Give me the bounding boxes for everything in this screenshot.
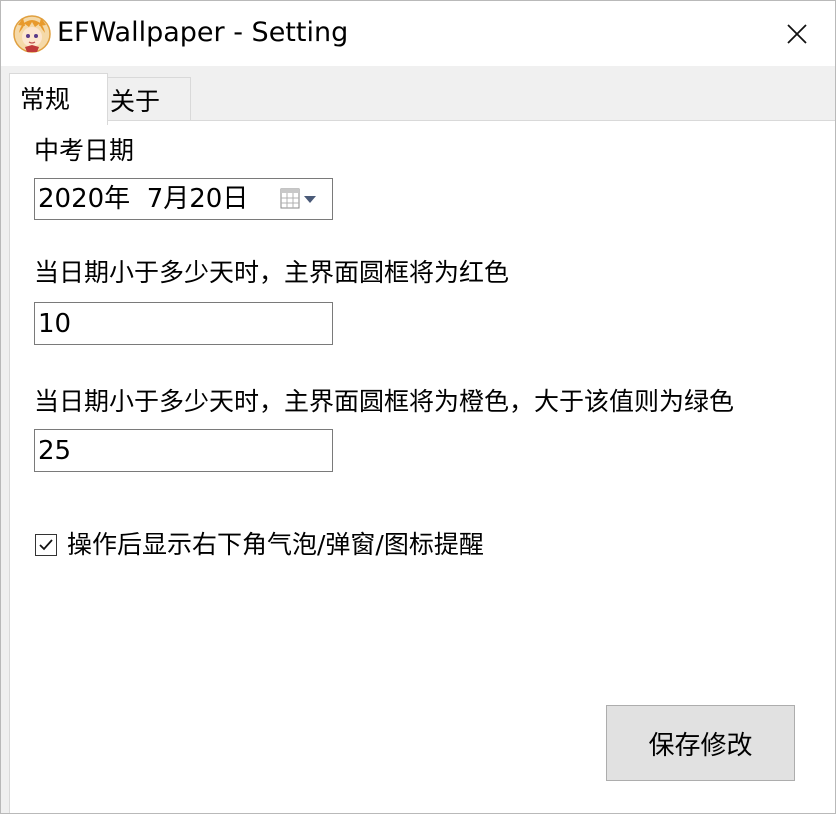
title-bar[interactable]: EFWallpaper - Setting: [1, 1, 835, 66]
tab-about[interactable]: 关于: [107, 77, 191, 120]
tab-general[interactable]: 常规: [9, 73, 108, 125]
calendar-dropdown-icon[interactable]: [280, 187, 324, 211]
close-button[interactable]: [759, 1, 835, 66]
tab-general-label: 常规: [20, 85, 71, 114]
exam-date-label: 中考日期: [34, 136, 135, 165]
save-changes-button[interactable]: 保存修改: [606, 705, 795, 781]
orange-threshold-label: 当日期小于多少天时，主界面圆框将为橙色，大于该值则为绿色: [34, 387, 735, 416]
window-title: EFWallpaper - Setting: [57, 17, 349, 48]
notify-checkbox-row[interactable]: 操作后显示右下角气泡/弹窗/图标提醒: [35, 529, 484, 561]
settings-window: EFWallpaper - Setting 常规 关于 中考日期 2020年 7…: [0, 0, 836, 814]
checkmark-icon: [39, 539, 53, 551]
red-threshold-label: 当日期小于多少天时，主界面圆框将为红色: [34, 258, 510, 287]
general-settings-panel: 中考日期 2020年 7月20日 当日期小于多少天时，主界面圆框将为红色 当日期…: [9, 120, 835, 813]
app-logo-icon: [13, 15, 51, 53]
tab-about-label: 关于: [110, 87, 161, 116]
close-icon: [787, 23, 807, 44]
notify-checkbox-label: 操作后显示右下角气泡/弹窗/图标提醒: [67, 530, 484, 559]
orange-threshold-input[interactable]: [34, 429, 333, 472]
notify-checkbox[interactable]: [35, 534, 57, 556]
exam-date-value: 2020年 7月20日: [38, 184, 249, 214]
red-threshold-input[interactable]: [34, 302, 333, 345]
exam-date-picker[interactable]: 2020年 7月20日: [34, 178, 333, 220]
tab-strip: 常规 关于: [1, 66, 835, 125]
